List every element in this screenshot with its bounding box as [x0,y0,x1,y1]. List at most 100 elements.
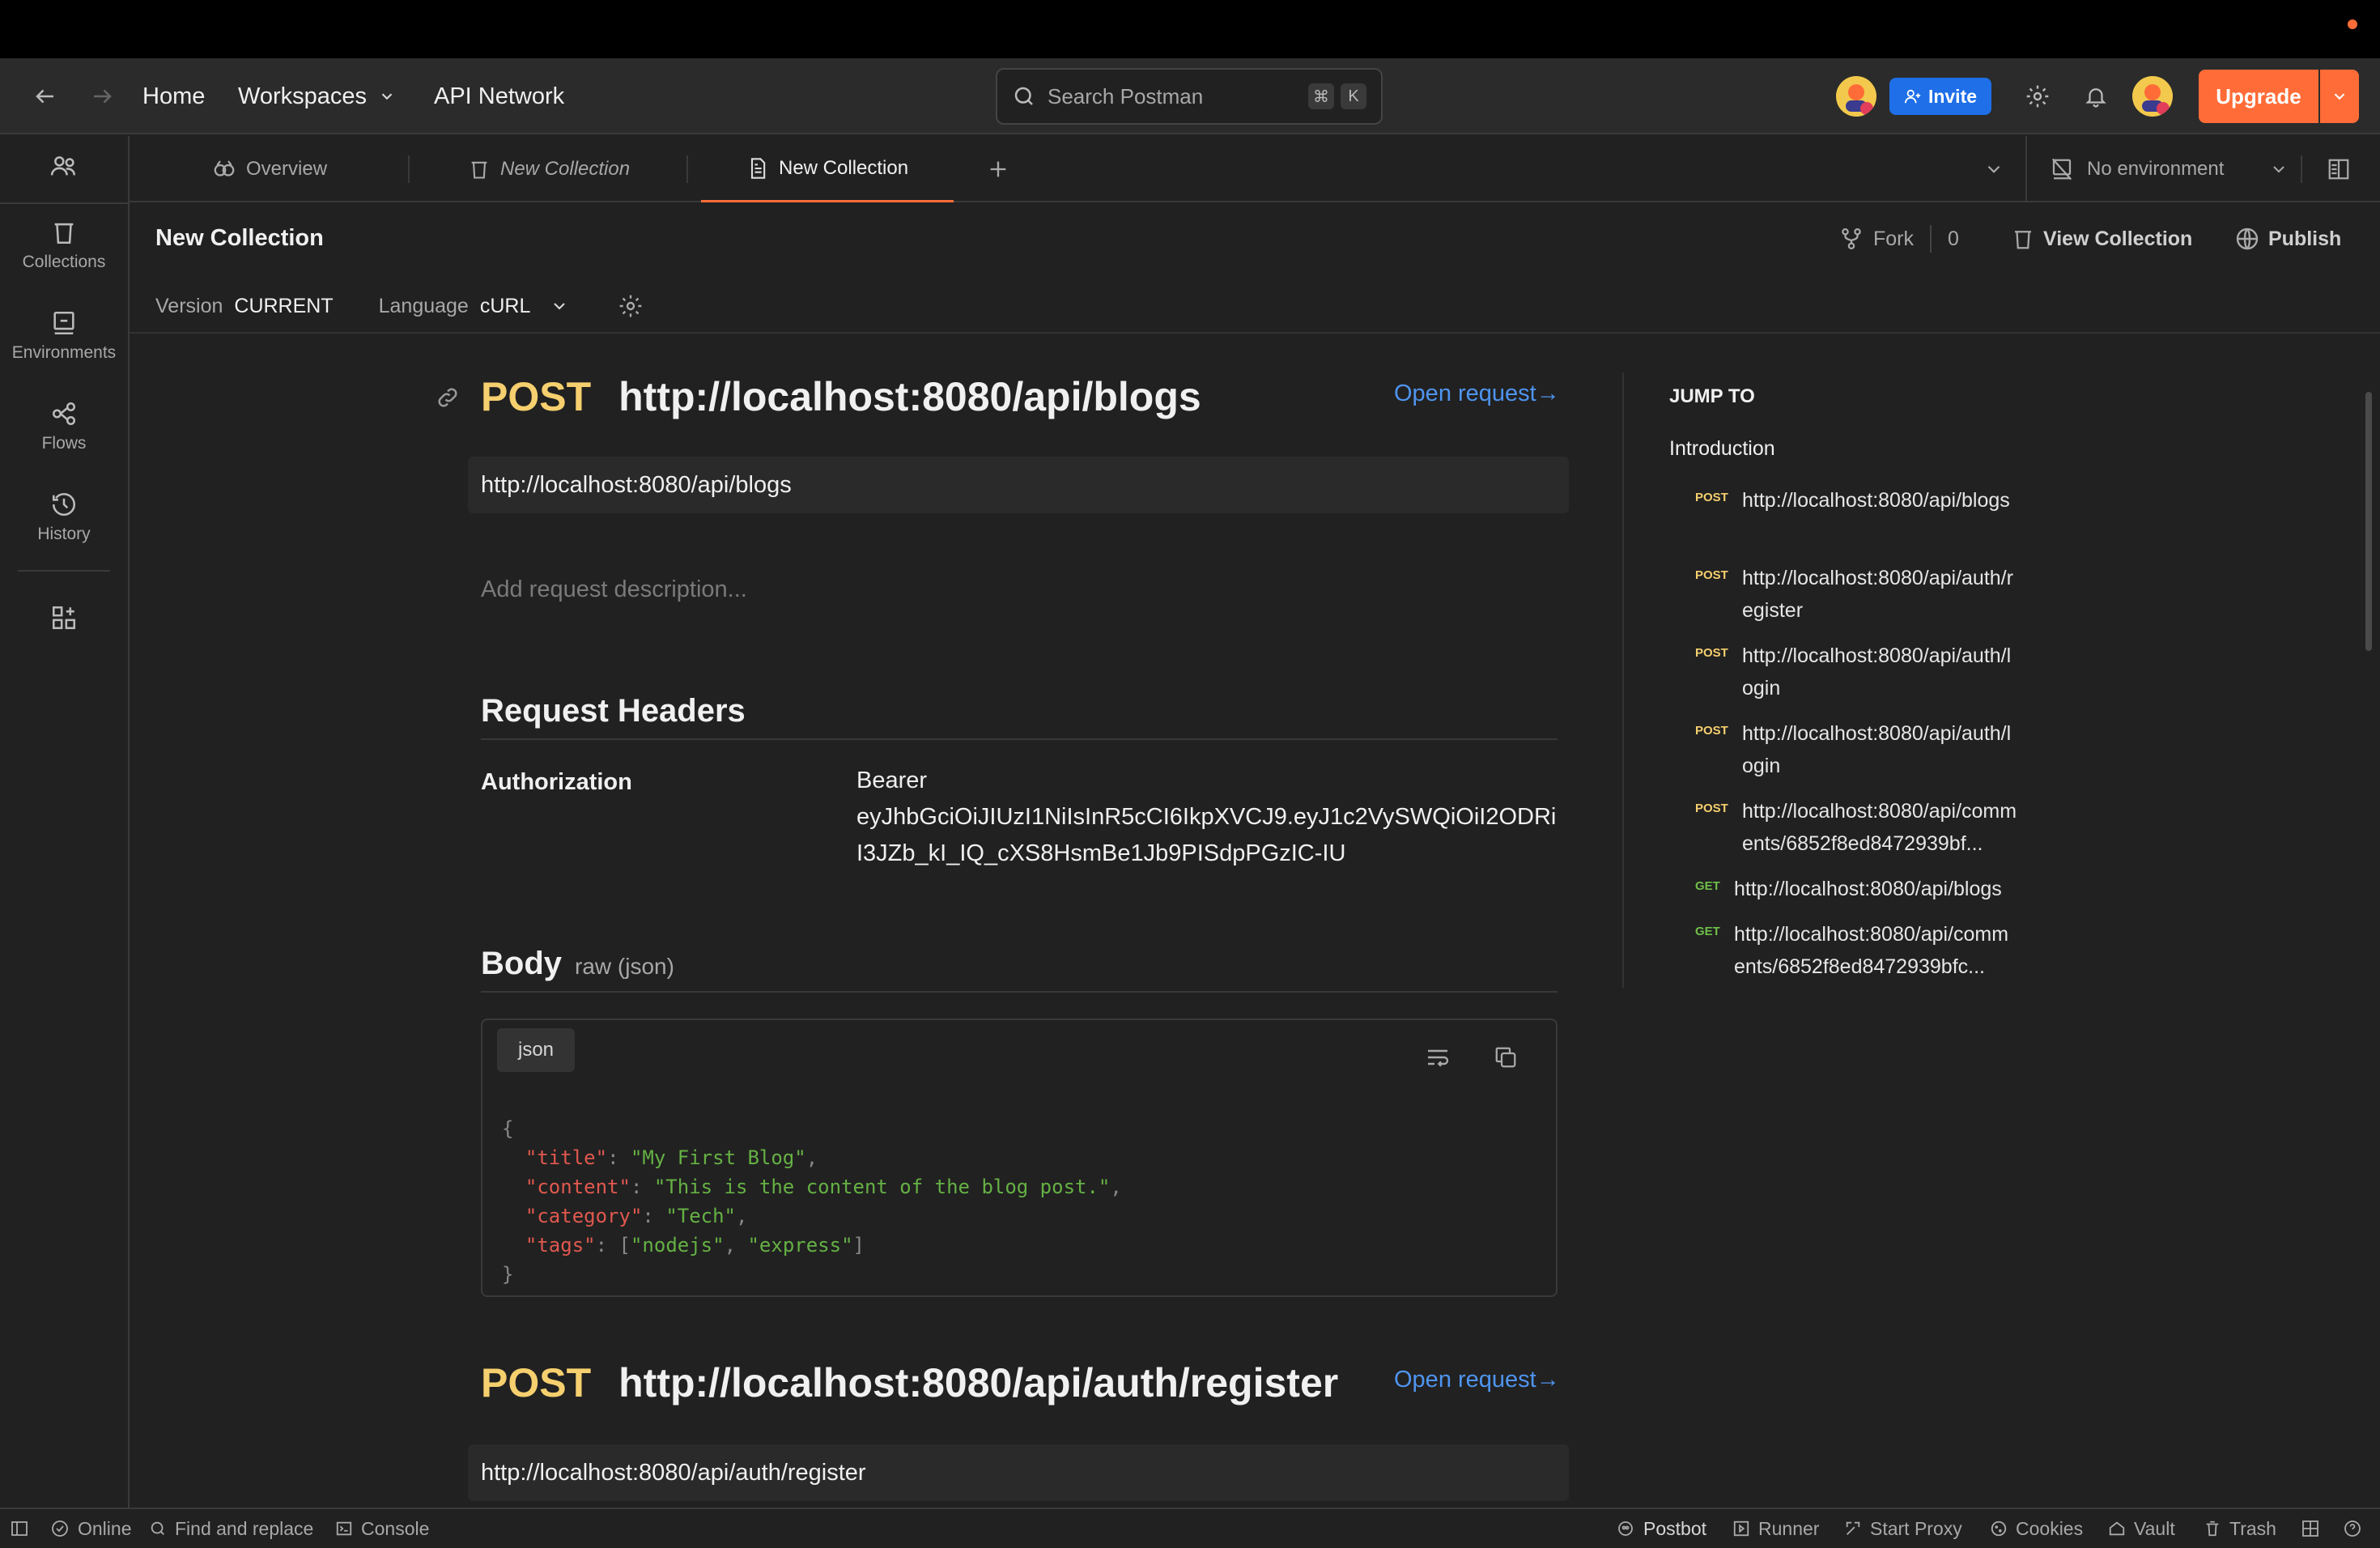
jump-to-text: http://localhost:8080/api/auth/login [1742,722,2012,777]
upgrade-button[interactable]: Upgrade [2199,70,2318,123]
layout-grid-icon[interactable] [2301,1509,2320,1548]
body-heading: Body raw (json) [481,946,674,982]
tab-overview[interactable]: Overview [212,136,327,202]
runner-label: Runner [1758,1517,1820,1539]
jump-to-item[interactable]: POST http://localhost:8080/api/auth/logi… [1695,717,2017,782]
version-value[interactable]: CURRENT [234,295,333,318]
tabs-overflow-chevron-icon[interactable] [1977,152,2011,186]
upgrade-dropdown-button[interactable] [2320,70,2359,123]
online-status[interactable]: Online [50,1509,131,1548]
vault-button[interactable]: Vault [2108,1509,2175,1548]
header-value-line: Bearer [856,768,928,793]
publish-button[interactable]: Publish [2234,219,2341,259]
back-arrow-icon[interactable] [29,78,62,115]
jump-to-item[interactable]: POST http://localhost:8080/api/auth/regi… [1695,562,2017,627]
view-collection-button[interactable]: View Collection [2011,219,2192,259]
console-label: Console [361,1517,430,1539]
json-value: "My First Blog" [630,1146,806,1169]
tab-new-collection-preview[interactable]: New Collection [468,136,630,202]
link-icon[interactable] [434,384,461,411]
language-label: Language [378,294,469,317]
language-select[interactable]: cURL [480,295,570,318]
request-headers-title: Request Headers [481,693,746,729]
header-value-line: I3JZb_kI_IQ_cXS8HsmBe1Jb9PISdpPGzIC-IU [856,840,1346,866]
fork-button[interactable]: Fork 0 [1839,219,1959,259]
sidebar-item-label: Flows [41,434,87,453]
postbot-button[interactable]: Postbot [1616,1509,1706,1548]
environment-quick-look-icon[interactable] [2322,152,2356,186]
fork-count: 0 [1948,227,1959,250]
json-value: "Tech" [665,1205,737,1227]
add-user-icon [1904,89,1921,104]
copy-icon[interactable] [1490,1041,1522,1074]
nav-home[interactable]: Home [142,58,205,134]
search-icon [1014,87,1033,105]
collection-title: New Collection [155,225,324,251]
jump-to-introduction[interactable]: Introduction [1669,437,1775,461]
request-url-title: http://localhost:8080/api/blogs [618,374,1201,419]
console-button[interactable]: Console [335,1509,429,1548]
history-icon [52,492,76,517]
jump-to-method: POST [1695,646,1728,660]
new-tab-plus-icon[interactable] [981,152,1015,186]
nav-workspaces[interactable]: Workspaces [238,58,396,134]
document-icon [750,157,766,179]
cookie-icon [1991,1520,2007,1537]
environment-selector[interactable]: No environment [2050,136,2289,202]
runner-button[interactable]: Runner [1732,1509,1819,1548]
wrap-lines-icon[interactable] [1422,1041,1454,1074]
sidebar-item-history[interactable]: History [0,491,128,544]
sidebar-item-flows[interactable]: Flows [0,400,128,453]
json-key: "title" [525,1146,608,1169]
trash-icon [2206,1520,2219,1537]
vertical-scrollbar[interactable] [2365,392,2372,651]
sidebar-item-environments[interactable]: Environments [0,309,128,363]
jump-to-text: http://localhost:8080/api/comments/6852f… [1742,800,2017,855]
tab-new-collection-active[interactable]: New Collection [701,136,954,202]
sidebar-item-collections[interactable]: Collections [0,219,128,272]
console-icon [336,1521,352,1536]
request-description-placeholder[interactable]: Add request description... [481,576,747,603]
help-icon[interactable] [2343,1509,2362,1548]
cookies-button[interactable]: Cookies [1990,1509,2083,1548]
status-bar: Online Find and replace Console Postbot … [0,1508,2380,1548]
sidebar-add-apps-button[interactable] [0,604,128,638]
search-icon [151,1521,164,1535]
user-avatar[interactable] [2132,76,2173,117]
request-url-box[interactable]: http://localhost:8080/api/auth/register [468,1444,1569,1501]
code-block: json { "title": "My First Blog", "conten… [481,1019,1558,1297]
nav-workspaces-label: Workspaces [238,83,368,109]
find-and-replace-button[interactable]: Find and replace [149,1509,313,1548]
jump-to-item[interactable]: POST http://localhost:8080/api/comments/… [1695,795,2017,860]
body-title: Body [481,946,562,981]
search-box[interactable]: Search Postman ⌘ K [996,68,1383,125]
jump-to-item[interactable]: GET http://localhost:8080/api/blogs [1695,873,2009,905]
json-key: "content" [525,1176,631,1198]
jump-to-text: http://localhost:8080/api/blogs [1742,489,2010,512]
tab-divider [2025,136,2027,202]
collection-icon [2015,231,2031,249]
request-url-box[interactable]: http://localhost:8080/api/blogs [468,457,1569,513]
start-proxy-button[interactable]: Start Proxy [1844,1509,1962,1548]
request-method: POST [481,374,592,419]
jump-to-item[interactable]: GET http://localhost:8080/api/comments/6… [1695,918,2009,983]
open-request-link[interactable]: Open request→ [1394,1367,1560,1393]
proxy-icon [1846,1521,1860,1535]
jump-to-item[interactable]: POST http://localhost:8080/api/blogs [1695,484,2017,517]
sidebar-team-button[interactable] [0,152,128,186]
nav-api-network[interactable]: API Network [434,58,564,134]
notification-bell-icon[interactable] [2077,78,2114,115]
toggle-sidebar-icon[interactable] [10,1509,29,1548]
jump-to-item[interactable]: POST http://localhost:8080/api/auth/logi… [1695,640,2017,704]
overview-icon [214,160,235,176]
trash-button[interactable]: Trash [2204,1509,2276,1548]
forward-arrow-icon[interactable] [86,78,118,115]
team-avatar[interactable] [1836,76,1876,117]
start-proxy-label: Start Proxy [1870,1517,1962,1539]
request-1-heading: POST http://localhost:8080/api/blogs [481,371,1201,423]
language-settings-icon[interactable] [618,293,644,319]
invite-button[interactable]: Invite [1889,78,1991,115]
open-request-link[interactable]: Open request→ [1394,381,1560,407]
json-body-code: { "title": "My First Blog", "content": "… [502,1117,1122,1286]
settings-gear-icon[interactable] [2019,78,2056,115]
